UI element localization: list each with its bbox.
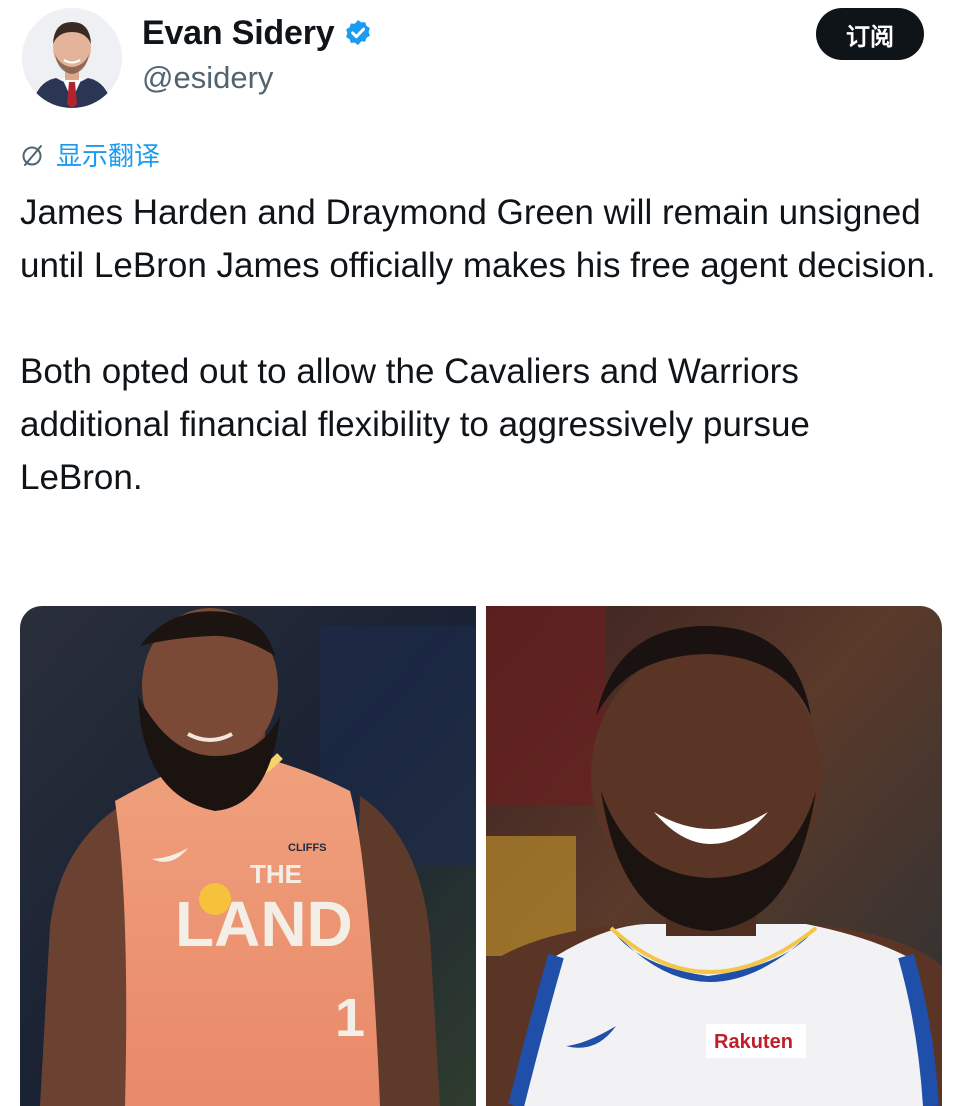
avatar-image [22,8,122,108]
jersey-small-text: THE [250,859,302,889]
player-photo-left: THE LAND CLIFFS 1 [20,606,476,1106]
verified-badge-icon [346,19,371,45]
translate-icon [22,144,42,166]
jersey-text: LAND [175,888,353,960]
author-handle[interactable]: @esidery [142,60,273,96]
tweet-paragraph-1: James Harden and Draymond Green will rem… [20,193,936,285]
jersey-number: 1 [335,988,365,1048]
show-translation-label: 显示翻译 [56,142,161,172]
media-grid: THE LAND CLIFFS 1 Rakuten [20,606,942,1106]
show-translation-link[interactable]: 显示翻译 [20,136,160,173]
subscribe-button[interactable]: 订阅 [816,8,924,60]
jersey-logo-text: CLIFFS [288,842,327,854]
author-name-row: Evan Sidery [142,14,374,53]
media-image-right[interactable]: Rakuten [486,606,942,1106]
media-image-left[interactable]: THE LAND CLIFFS 1 [20,606,476,1106]
tweet-paragraph-2: Both opted out to allow the Cavaliers an… [20,352,810,497]
tweet-header: Evan Sidery @esidery 订阅 [0,0,960,120]
author-display-name[interactable]: Evan Sidery [142,14,335,53]
player-photo-right: Rakuten [486,606,942,1106]
tweet-text: James Harden and Draymond Green will rem… [20,186,940,504]
sponsor-patch-text: Rakuten [714,1031,793,1053]
avatar[interactable] [22,8,122,108]
